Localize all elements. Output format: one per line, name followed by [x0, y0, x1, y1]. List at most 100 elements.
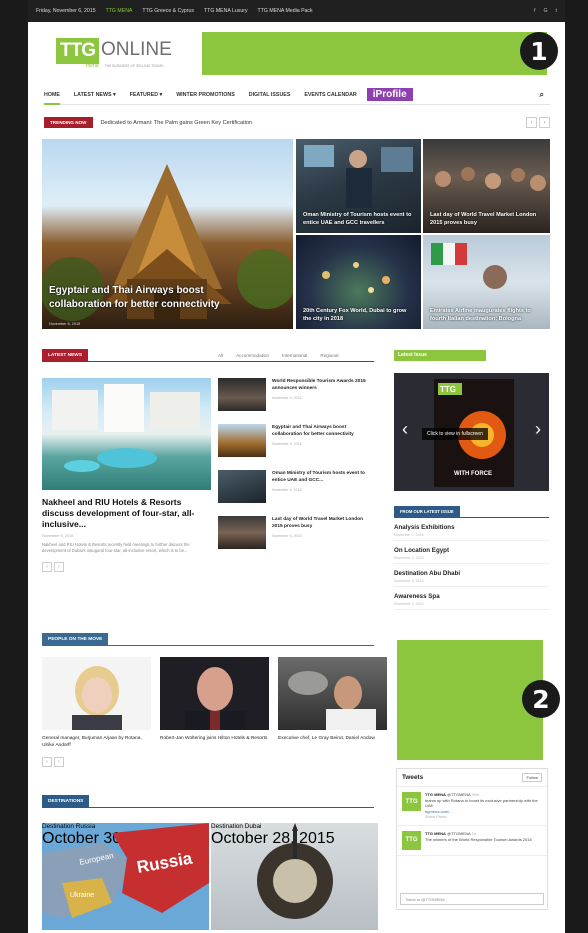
destination-dubai-tile[interactable]: Destination Dubai October 28, 2015 — [211, 823, 378, 930]
nav-home[interactable]: HOME — [44, 92, 60, 105]
twitter-icon[interactable]: t — [556, 8, 557, 14]
trending-prev-button[interactable]: ‹ — [526, 117, 537, 128]
list-item-title[interactable]: Last day of World Travel Market London 2… — [272, 517, 363, 529]
header: TTG ONLINE mena THE BUSINESS OF SELLING T… — [28, 22, 565, 78]
list-item[interactable]: Egyptair and Thai Airways boost collabor… — [218, 424, 374, 470]
people-list: General manager, Burjuman Arjaan by Rota… — [42, 657, 388, 749]
twitter-follow-button[interactable]: Follow — [522, 773, 542, 782]
hero-tile-wtm[interactable]: Last day of World Travel Market London 2… — [423, 139, 550, 233]
latest-issue-label: Latest Issue — [394, 350, 486, 361]
latest-filters: All Accommodation International Regional — [218, 353, 338, 358]
people-next-button[interactable]: › — [54, 757, 64, 767]
top-bar: Friday, November 6, 2015 TTG MENA TTG Gr… — [28, 0, 565, 22]
tweet-avatar: TTG — [402, 830, 421, 850]
list-item[interactable]: Last day of World Travel Market London 2… — [218, 516, 374, 562]
trending-next-button[interactable]: › — [539, 117, 550, 128]
latest-next-button[interactable]: › — [54, 562, 64, 572]
issue-cover-ttg: TTG — [440, 385, 456, 394]
hero-tile-emirates[interactable]: Emirates Airline inaugurates flights to … — [423, 235, 550, 329]
trending-headline[interactable]: Dedicated to Armani: The Palm gains Gree… — [101, 120, 253, 126]
google-plus-icon[interactable]: G — [544, 8, 548, 14]
destinations-label: DESTINATIONS — [42, 795, 90, 807]
latest-issue-viewer[interactable]: TTG WITH FORCE ‹ › Click to view in full… — [394, 373, 549, 491]
issue-article[interactable]: Analysis Exhibitions November 2, 2015 — [394, 518, 549, 541]
facebook-icon[interactable]: f — [534, 8, 535, 14]
top-link-ttg-mena[interactable]: TTG MENA — [106, 8, 133, 14]
latest-pager: ‹ › — [42, 562, 211, 572]
person-card[interactable]: General manager, Burjuman Arjaan by Rota… — [42, 657, 151, 749]
list-item-title[interactable]: Egyptair and Thai Airways boost collabor… — [272, 425, 354, 437]
issue-article[interactable]: Awareness Spa November 2, 2015 — [394, 587, 549, 610]
list-item[interactable]: Oman Ministry of Tourism hosts event to … — [218, 470, 374, 516]
nav-latest-news[interactable]: LATEST NEWS ▾ — [74, 92, 116, 98]
main-nav: HOME LATEST NEWS ▾ FEATURED ▾ WINTER PRO… — [44, 85, 550, 105]
person-photo — [42, 657, 151, 730]
latest-main-excerpt: Nakheel and RIU Hotels & Resorts recentl… — [42, 542, 190, 553]
issue-click-text[interactable]: Click to view in fullscreen — [422, 428, 488, 440]
russia-map-image: European Russia Ukraine — [42, 823, 209, 918]
site-logo[interactable]: TTG ONLINE mena THE BUSINESS OF SELLING T… — [56, 38, 172, 69]
nav-featured[interactable]: FEATURED ▾ — [130, 92, 163, 98]
list-thumb — [218, 516, 266, 549]
hero-tile-fox[interactable]: 20th Century Fox World, Dubai to grow th… — [296, 235, 421, 329]
search-icon[interactable]: ⌕ — [540, 90, 544, 100]
tweet[interactable]: TTG TTG MENA @TTGMENA 30m teams up with R… — [397, 787, 547, 826]
list-item-title[interactable]: World Responsible Tourism Awards 2015 an… — [272, 379, 366, 391]
list-thumb — [218, 378, 266, 411]
person-name[interactable]: Robert-Jan Woltering joins Hilton Hotels… — [160, 735, 269, 742]
issue-prev-icon[interactable]: ‹ — [402, 419, 408, 440]
nav-events-calendar[interactable]: EVENTS CALENDAR — [304, 92, 356, 98]
resort-image[interactable] — [42, 378, 211, 490]
from-issue-label: FROM OUR LATEST ISSUE — [394, 506, 460, 517]
issue-next-icon[interactable]: › — [535, 419, 541, 440]
list-item-date: November 6, 2015 — [272, 488, 302, 492]
tweet-input[interactable]: Tweet to @TTGMENA — [400, 893, 544, 905]
from-issue-header: FROM OUR LATEST ISSUE — [394, 506, 549, 518]
issue-cover-headline: WITH FORCE — [454, 471, 492, 477]
top-link-greece[interactable]: TTG Greece & Cyprus — [142, 8, 194, 14]
trending-bar: TRENDING NOW Dedicated to Armani: The Pa… — [44, 115, 550, 130]
nav-iprofile[interactable]: iProfile — [366, 88, 413, 101]
twitter-widget: Tweets Follow TTG TTG MENA @TTGMENA 30m te… — [396, 768, 548, 910]
issue-article[interactable]: Destination Abu Dhabi November 2, 2015 — [394, 564, 549, 587]
top-link-luxury[interactable]: TTG MENA Luxury — [204, 8, 248, 14]
hero-tile-oman-title[interactable]: Oman Ministry of Tourism hosts event to … — [303, 212, 413, 227]
list-item-date: November 6, 2015 — [272, 534, 302, 538]
top-link-media-pack[interactable]: TTG MENA Media Pack — [258, 8, 313, 14]
destinations-list: European Russia Ukraine Destination Russ… — [42, 823, 388, 930]
latest-main-article: Nakheel and RIU Hotels & Resorts discuss… — [42, 378, 211, 572]
person-name[interactable]: Executive chef, Le Gray Beirut, Daniel A… — [278, 735, 387, 742]
list-item-title[interactable]: Oman Ministry of Tourism hosts event to … — [272, 471, 365, 483]
hero-main-tile[interactable]: Egyptair and Thai Airways boost collabor… — [42, 139, 293, 329]
person-name[interactable]: General manager, Burjuman Arjaan by Rota… — [42, 735, 151, 749]
list-thumb — [218, 424, 266, 457]
person-card[interactable]: Robert-Jan Woltering joins Hilton Hotels… — [160, 657, 269, 749]
dubai-planet-image — [257, 823, 333, 919]
hero-tile-wtm-title[interactable]: Last day of World Travel Market London 2… — [430, 212, 540, 227]
people-prev-button[interactable]: ‹ — [42, 757, 52, 767]
filter-regional[interactable]: Regional — [320, 353, 338, 358]
tweet[interactable]: TTG TTG MENA @TTGMENA 1h The winners of t… — [397, 826, 547, 856]
map-word-ukraine: Ukraine — [70, 892, 94, 899]
filter-all[interactable]: All — [218, 353, 223, 358]
filter-international[interactable]: International — [282, 353, 307, 358]
nav-winter-promotions[interactable]: WINTER PROMOTIONS — [176, 92, 235, 98]
hero-main-title[interactable]: Egyptair and Thai Airways boost collabor… — [49, 284, 249, 311]
latest-prev-button[interactable]: ‹ — [42, 562, 52, 572]
hero-main-date: November 6, 2015 — [49, 322, 81, 326]
nav-digital-issues[interactable]: DIGITAL ISSUES — [249, 92, 291, 98]
logo-tagline: mena THE BUSINESS OF SELLING TRAVEL — [86, 63, 165, 69]
list-item[interactable]: World Responsible Tourism Awards 2015 an… — [218, 378, 374, 424]
hero-tile-oman[interactable]: Oman Ministry of Tourism hosts event to … — [296, 139, 421, 233]
latest-main-title[interactable]: Nakheel and RIU Hotels & Resorts discuss… — [42, 497, 211, 530]
hero-tile-emirates-title[interactable]: Emirates Airline inaugurates flights to … — [430, 308, 540, 323]
people-header: PEOPLE ON THE MOVE — [42, 633, 374, 646]
top-ad-banner[interactable] — [202, 32, 547, 75]
filter-accommodation[interactable]: Accommodation — [236, 353, 269, 358]
destinations-header: DESTINATIONS — [42, 795, 374, 808]
page: Friday, November 6, 2015 TTG MENA TTG Gr… — [28, 0, 565, 933]
destination-russia-tile[interactable]: European Russia Ukraine Destination Russ… — [42, 823, 209, 930]
issue-article[interactable]: On Location Egypt November 2, 2015 — [394, 541, 549, 564]
hero-tile-fox-title[interactable]: 20th Century Fox World, Dubai to grow th… — [303, 308, 413, 323]
person-card[interactable]: Executive chef, Le Gray Beirut, Daniel A… — [278, 657, 387, 749]
